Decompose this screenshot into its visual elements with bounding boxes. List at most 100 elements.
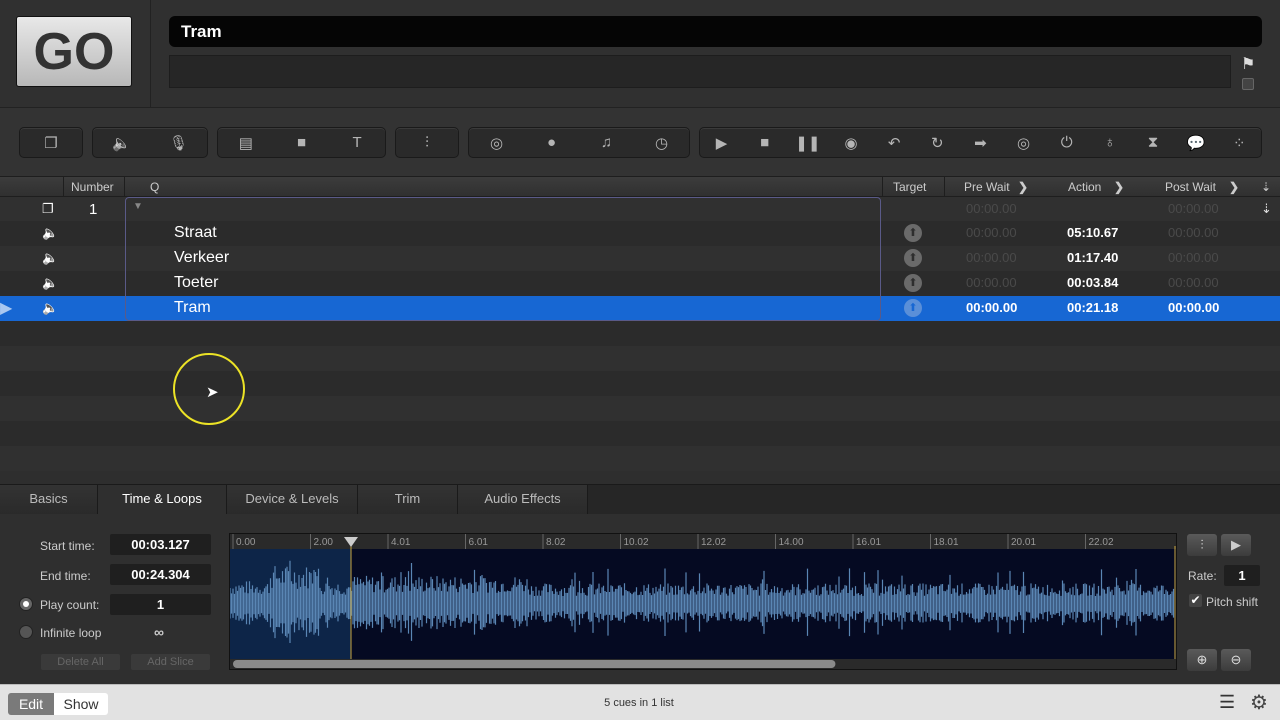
cue-name[interactable]: Toeter <box>174 274 218 292</box>
column-post-wait[interactable]: Post Wait <box>1165 180 1216 194</box>
levels-icon[interactable]: ⫶ <box>1187 534 1217 556</box>
pause-cue-icon[interactable]: ❚❚ <box>793 134 823 152</box>
target-cue-icon[interactable]: ◎ <box>1009 134 1039 152</box>
post-wait[interactable]: 00:00.00 <box>1168 250 1219 265</box>
pitch-shift-checkbox[interactable]: ✔ <box>1189 594 1202 607</box>
load-cue-icon[interactable]: ◉ <box>836 134 866 152</box>
script-cue-icon[interactable]: ⁘ <box>1224 134 1254 152</box>
waveform-view[interactable]: 0.00 2.00 4.01 6.01 8.02 10.02 12.02 14.00 16.01… <box>229 533 1177 670</box>
cue-name[interactable]: Straat <box>174 224 217 242</box>
pre-wait[interactable]: 00:00.00 <box>966 225 1017 240</box>
notes-field[interactable] <box>169 55 1231 88</box>
midi-cue-icon[interactable]: ● <box>537 134 567 151</box>
delete-all-button[interactable]: Delete All <box>41 654 120 670</box>
list-icon[interactable]: ☰ <box>1219 692 1235 713</box>
tab-basics[interactable]: Basics <box>0 485 98 515</box>
post-wait[interactable]: 00:00.00 <box>1168 275 1219 290</box>
playhead-icon: ▶ <box>0 300 13 317</box>
timecode-cue-icon[interactable]: ◷ <box>647 134 677 152</box>
cue-number[interactable]: 1 <box>89 201 97 218</box>
empty-row <box>0 321 1280 346</box>
stop-cue-icon[interactable]: ■ <box>750 134 780 151</box>
status-text: 5 cues in 1 list <box>604 697 674 709</box>
flag-checkbox[interactable] <box>1242 78 1254 90</box>
disarm-cue-icon[interactable]: ♁ <box>1095 134 1125 151</box>
column-target[interactable]: Target <box>893 180 926 194</box>
rate-field[interactable]: 1 <box>1224 565 1260 586</box>
column-number[interactable]: Number <box>71 180 114 194</box>
column-q[interactable]: Q <box>150 180 159 194</box>
mic-cue-icon[interactable]: 🎙 <box>164 134 194 152</box>
cue-row[interactable]: ▶ 🔈 Tram ⬆ 00:00.00 00:21.18 00:00.00 <box>0 296 1280 321</box>
network-cue-icon[interactable]: ◎ <box>482 134 512 152</box>
play-count-field[interactable]: 1 <box>110 594 211 615</box>
tab-time-loops[interactable]: Time & Loops <box>98 485 227 515</box>
settings-gear-icon[interactable]: ⚙ <box>1250 690 1268 715</box>
tab-trim[interactable]: Trim <box>358 485 458 515</box>
arm-cue-icon[interactable]: ⏻ <box>1052 134 1082 151</box>
target-arrow-icon[interactable]: ⬆ <box>904 299 922 317</box>
memo-cue-icon[interactable]: 💬 <box>1181 134 1211 152</box>
action-duration[interactable]: 01:17.40 <box>1067 250 1118 265</box>
continue-icon: ⇣ <box>1261 201 1272 216</box>
action-duration[interactable]: 00:21.18 <box>1067 300 1118 315</box>
action-duration[interactable]: 05:10.67 <box>1067 225 1118 240</box>
fade-cue-icon[interactable]: ⫶ <box>412 134 442 151</box>
start-time-field[interactable]: 00:03.127 <box>110 534 211 555</box>
zoom-in-icon[interactable]: ⊕ <box>1187 649 1217 671</box>
cue-row[interactable]: 🔈 Toeter ⬆ 00:00.00 00:03.84 00:00.00 <box>0 271 1280 296</box>
waveform-scrollbar-thumb[interactable] <box>233 660 836 668</box>
pre-wait[interactable]: 00:00.00 <box>966 201 1017 216</box>
devamp-cue-icon[interactable]: ↻ <box>922 134 952 152</box>
tab-audio-effects[interactable]: Audio Effects <box>458 485 588 515</box>
cue-name[interactable]: Tram <box>174 299 211 317</box>
add-slice-button[interactable]: Add Slice <box>131 654 210 670</box>
target-arrow-icon[interactable]: ⬆ <box>904 274 922 292</box>
end-time-field[interactable]: 00:24.304 <box>110 564 211 585</box>
ruler-label: 6.01 <box>469 537 489 548</box>
pre-wait[interactable]: 00:00.00 <box>966 300 1017 315</box>
camera-cue-icon[interactable]: ■ <box>286 134 316 151</box>
toolbar-group: ▤ ■ T <box>217 127 386 158</box>
infinite-loop-radio[interactable] <box>19 625 33 639</box>
zoom-out-icon[interactable]: ⊖ <box>1221 649 1251 671</box>
start-cue-icon[interactable]: ▶ <box>707 134 737 152</box>
target-arrow-icon[interactable]: ⬆ <box>904 224 922 242</box>
goto-cue-icon[interactable]: ➡ <box>965 134 995 152</box>
music-cue-icon[interactable]: ♫ <box>592 134 622 151</box>
tab-device-levels[interactable]: Device & Levels <box>227 485 358 515</box>
audio-cue-icon: 🔈 <box>42 275 59 290</box>
flag-icon[interactable]: ⚑ <box>1241 54 1255 74</box>
cue-row[interactable]: ❐ 1 ▼ 00:00.00 00:00.00 ⇣ <box>0 197 1280 222</box>
go-button[interactable]: GO <box>16 16 132 87</box>
video-cue-icon[interactable]: ▤ <box>231 134 261 152</box>
column-pre-wait[interactable]: Pre Wait <box>964 180 1010 194</box>
ruler-label: 18.01 <box>934 537 959 548</box>
column-action[interactable]: Action <box>1068 180 1101 194</box>
audio-cue-icon[interactable]: 🔈 <box>107 134 137 152</box>
preview-play-button[interactable]: ▶ <box>1221 534 1251 556</box>
chevron-right-icon: ❯ <box>1018 180 1029 194</box>
waveform[interactable]: 0.00 2.00 4.01 6.01 8.02 10.02 12.02 14.00 16.01… <box>229 534 1176 669</box>
cue-name-field[interactable]: Tram <box>169 16 1262 47</box>
wait-cue-icon[interactable]: ⧗ <box>1138 134 1168 151</box>
group-cue-icon[interactable]: ❐ <box>36 134 66 152</box>
post-wait[interactable]: 00:00.00 <box>1168 300 1219 315</box>
pre-wait[interactable]: 00:00.00 <box>966 250 1017 265</box>
ruler-label: 20.01 <box>1011 537 1036 548</box>
disclosure-triangle-icon[interactable]: ▼ <box>133 201 143 212</box>
cue-name[interactable]: Verkeer <box>174 249 229 267</box>
empty-row <box>0 446 1280 471</box>
reset-cue-icon[interactable]: ↶ <box>879 134 909 152</box>
pre-wait[interactable]: 00:00.00 <box>966 275 1017 290</box>
post-wait[interactable]: 00:00.00 <box>1168 201 1219 216</box>
action-duration[interactable]: 00:03.84 <box>1067 275 1118 290</box>
cue-row[interactable]: 🔈 Straat ⬆ 00:00.00 05:10.67 00:00.00 <box>0 221 1280 246</box>
play-count-radio[interactable] <box>19 597 33 611</box>
text-cue-icon[interactable]: T <box>342 134 372 151</box>
chevron-right-icon: ❯ <box>1114 180 1125 194</box>
cue-row[interactable]: 🔈 Verkeer ⬆ 00:00.00 01:17.40 00:00.00 <box>0 246 1280 271</box>
target-arrow-icon[interactable]: ⬆ <box>904 249 922 267</box>
chevron-right-icon: ❯ <box>1229 180 1240 194</box>
post-wait[interactable]: 00:00.00 <box>1168 225 1219 240</box>
